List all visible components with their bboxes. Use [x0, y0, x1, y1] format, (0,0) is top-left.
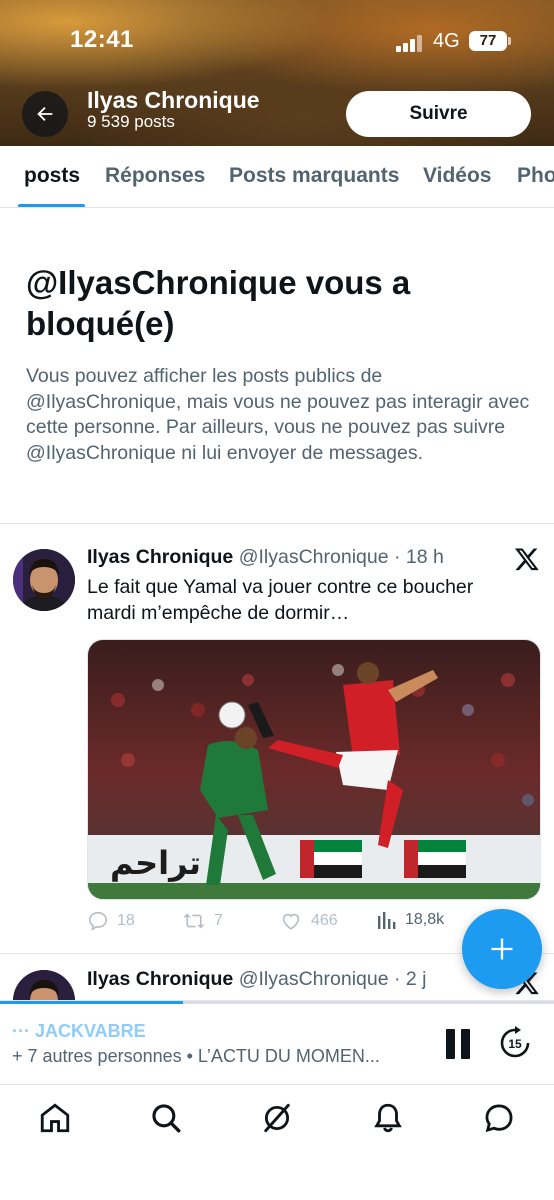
repost-count: 7	[214, 912, 223, 929]
tweet-header: Ilyas Chronique @IlyasChronique · 2 j	[87, 968, 427, 991]
blocked-title: @IlyasChronique vous a bloqué(e)	[26, 264, 411, 342]
back-button[interactable]	[22, 91, 68, 137]
blocked-description: Vous pouvez afficher les posts publics d…	[26, 365, 530, 464]
grok-icon[interactable]	[260, 1101, 294, 1135]
profile-name: Ilyas Chronique	[87, 87, 260, 113]
tweet-text: Le fait que Yamal va jouer contre ce bou…	[87, 576, 474, 624]
tab-replies[interactable]: Réponses	[105, 164, 205, 188]
repost-icon	[183, 913, 205, 929]
pause-icon	[446, 1029, 455, 1059]
tweet-author-name[interactable]: Ilyas Chronique	[87, 968, 233, 990]
profile-tabs: posts Réponses Posts marquants Vidéos Ph…	[0, 146, 554, 208]
network-label: 4G	[433, 30, 460, 52]
tweet-meta: @IlyasChronique · 2 j	[238, 968, 427, 990]
skip-forward-15-icon[interactable]: 15	[497, 1025, 533, 1061]
status-bar: 12:41 4G 77	[0, 0, 554, 80]
signal-icon	[396, 34, 426, 52]
plus-icon	[491, 938, 513, 960]
notifications-icon[interactable]	[371, 1101, 405, 1135]
tab-highlights[interactable]: Posts marquants	[229, 164, 399, 188]
tweet-header: Ilyas Chronique @IlyasChronique · 18 h	[87, 546, 444, 569]
tab-photos[interactable]: Pho	[517, 164, 554, 188]
divider	[0, 523, 554, 524]
spaces-player[interactable]: ··· JACKVABRE + 7 autres personnes • L’A…	[0, 1000, 554, 1084]
tweet-meta: @IlyasChronique · 18 h	[238, 546, 444, 568]
tweet-media-image[interactable]: تراحم	[87, 639, 541, 900]
tab-posts[interactable]: posts	[24, 164, 80, 188]
profile-posts-count: 9 539 posts	[87, 112, 175, 131]
reply-count: 18	[117, 912, 135, 929]
repost-button[interactable]: 7	[182, 910, 223, 932]
arrow-left-icon	[37, 106, 53, 122]
avatar[interactable]	[13, 549, 75, 611]
svg-text:15: 15	[508, 1037, 522, 1051]
compose-button[interactable]	[462, 909, 542, 989]
home-icon[interactable]	[38, 1101, 72, 1135]
player-host: ··· JACKVABRE	[12, 1021, 146, 1041]
pause-icon	[461, 1029, 470, 1059]
reply-button[interactable]: 18	[87, 910, 135, 932]
pause-button[interactable]	[444, 1029, 472, 1059]
battery-tip	[508, 37, 511, 45]
views-icon	[378, 912, 396, 929]
battery-icon: 77	[469, 31, 507, 51]
tweet-author-name[interactable]: Ilyas Chronique	[87, 546, 233, 568]
reply-icon	[88, 911, 108, 931]
player-progress-track	[0, 1001, 554, 1004]
svg-text:تراحم: تراحم	[110, 844, 201, 882]
profile-header: 12:41 4G 77 Ilyas Chronique 9 539 posts …	[0, 0, 554, 146]
views-button[interactable]: 18,8k	[377, 910, 444, 930]
like-count: 466	[311, 912, 338, 929]
heart-icon	[282, 913, 300, 930]
player-progress-fill	[0, 1001, 183, 1004]
avatar-photo	[13, 549, 75, 611]
search-icon[interactable]	[149, 1101, 183, 1135]
messages-icon[interactable]	[482, 1101, 516, 1135]
tweet-actions: 18 7 466 18,8k	[87, 910, 527, 938]
football-photo: تراحم	[88, 640, 540, 899]
follow-button[interactable]: Suivre	[346, 91, 531, 137]
active-tab-indicator	[18, 204, 85, 207]
player-subtitle: + 7 autres personnes • L’ACTU DU MOMEN..…	[12, 1046, 380, 1066]
status-time: 12:41	[70, 26, 134, 53]
tab-videos[interactable]: Vidéos	[423, 164, 491, 188]
like-button[interactable]: 466	[279, 910, 338, 932]
views-count: 18,8k	[405, 911, 445, 928]
x-logo-icon	[514, 548, 539, 571]
bottom-navigation	[0, 1084, 554, 1200]
